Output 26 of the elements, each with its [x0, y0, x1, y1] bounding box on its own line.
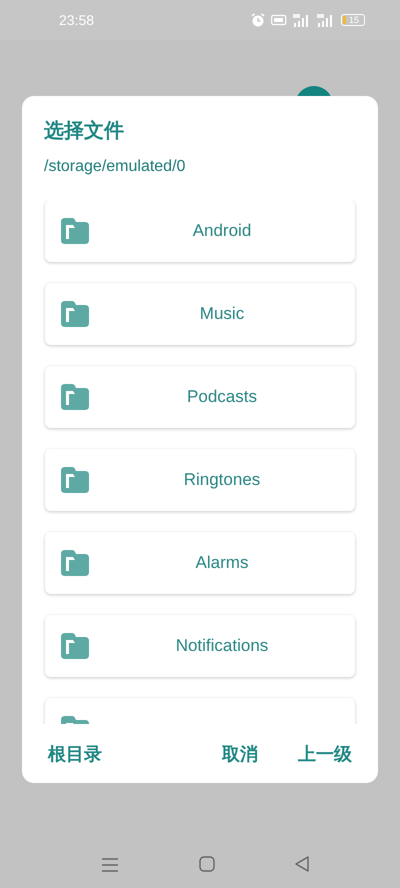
status-time: 23:58 — [59, 12, 94, 28]
dialog-button[interactable]: 取消 — [222, 742, 258, 766]
folder-icon — [61, 633, 89, 659]
hd-icon — [271, 14, 287, 26]
folder-icon — [61, 218, 89, 244]
back-icon — [295, 856, 309, 872]
dialog-button[interactable]: 根目录 — [48, 742, 102, 766]
folder-icon — [61, 467, 89, 493]
signal-icon — [293, 14, 311, 26]
folder-item[interactable]: Podcasts — [45, 366, 355, 428]
folder-item[interactable]: Android — [45, 200, 355, 262]
folder-item[interactable]: Notifications — [45, 615, 355, 677]
battery-percent: 15 — [349, 15, 360, 25]
signal-icon — [317, 14, 335, 26]
folder-item[interactable]: Ringtones — [45, 449, 355, 511]
folder-icon — [61, 301, 89, 327]
folder-item[interactable]: Music — [45, 283, 355, 345]
menu-icon — [101, 858, 119, 872]
current-path: /storage/emulated/0 — [43, 157, 186, 177]
folder-icon — [61, 384, 89, 410]
folder-icon — [61, 550, 89, 576]
dialog-button[interactable]: 上一级 — [298, 742, 352, 766]
home-icon — [199, 856, 215, 872]
folder-item[interactable]: Alarms — [45, 532, 355, 594]
alarm-icon — [251, 13, 265, 27]
dialog-title: 选择文件 — [43, 118, 125, 144]
